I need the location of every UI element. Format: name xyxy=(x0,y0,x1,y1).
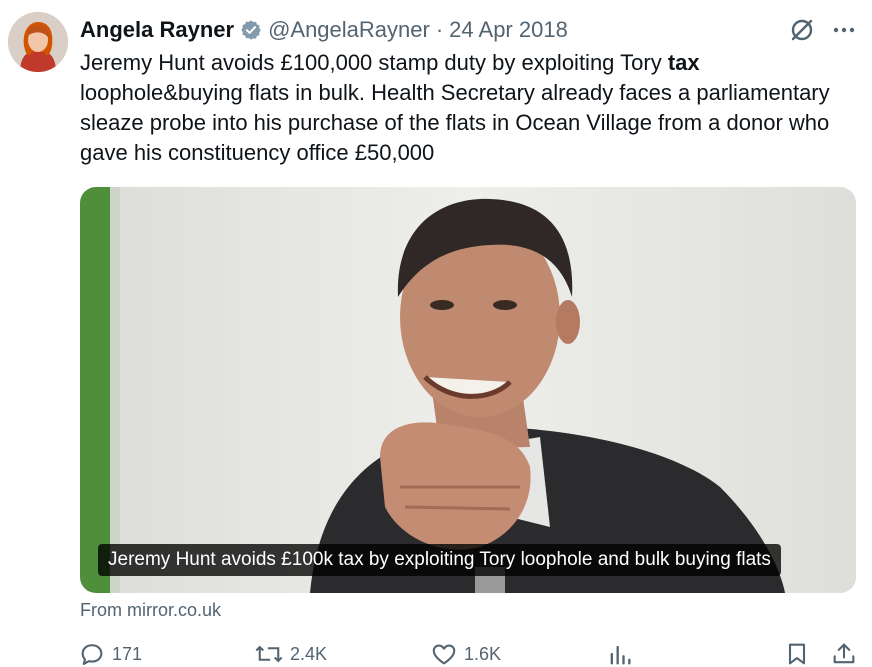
separator-dot: · xyxy=(435,17,444,42)
link-card-media[interactable]: Jeremy Hunt avoids £100k tax by exploiti… xyxy=(80,187,856,593)
tweet[interactable]: Angela Rayner @AngelaRayner · 24 Apr 201… xyxy=(0,0,872,667)
author-handle[interactable]: @AngelaRayner xyxy=(268,17,430,43)
media-caption: Jeremy Hunt avoids £100k tax by exploiti… xyxy=(98,544,781,576)
tweet-text-part2: loophole&buying flats in bulk. Health Se… xyxy=(80,80,830,165)
views-button[interactable] xyxy=(606,640,640,667)
tweet-text: Jeremy Hunt avoids £100,000 stamp duty b… xyxy=(80,48,850,168)
article-photo xyxy=(80,187,856,593)
retweet-button[interactable]: 2.4K xyxy=(254,640,327,667)
link-source[interactable]: From mirror.co.uk xyxy=(80,600,221,621)
action-bar: 171 2.4K 1.6K xyxy=(78,640,868,667)
views-icon xyxy=(610,645,631,665)
tweet-header: Angela Rayner @AngelaRayner · 24 Apr 201… xyxy=(80,14,568,46)
tweet-text-part1: Jeremy Hunt avoids £100,000 stamp duty b… xyxy=(80,50,668,75)
share-button[interactable] xyxy=(830,640,864,667)
like-count: 1.6K xyxy=(464,643,502,664)
grok-icon[interactable] xyxy=(788,16,816,44)
reply-button[interactable]: 171 xyxy=(78,640,142,667)
bookmark-button[interactable] xyxy=(783,640,817,667)
tweet-text-bold: tax xyxy=(667,50,700,75)
author-name[interactable]: Angela Rayner xyxy=(80,17,234,43)
heart-icon xyxy=(432,644,456,665)
share-icon xyxy=(833,643,855,664)
reply-count: 171 xyxy=(112,643,143,664)
retweet-icon xyxy=(255,645,283,663)
reply-icon xyxy=(81,644,103,665)
bookmark-icon xyxy=(788,643,806,665)
retweet-count: 2.4K xyxy=(290,643,328,664)
more-options-icon[interactable] xyxy=(830,16,858,44)
verified-badge-icon xyxy=(240,19,262,41)
avatar-image xyxy=(8,12,68,72)
tweet-date[interactable]: 24 Apr 2018 xyxy=(449,17,568,43)
avatar[interactable] xyxy=(8,12,68,72)
like-button[interactable]: 1.6K xyxy=(430,640,501,667)
